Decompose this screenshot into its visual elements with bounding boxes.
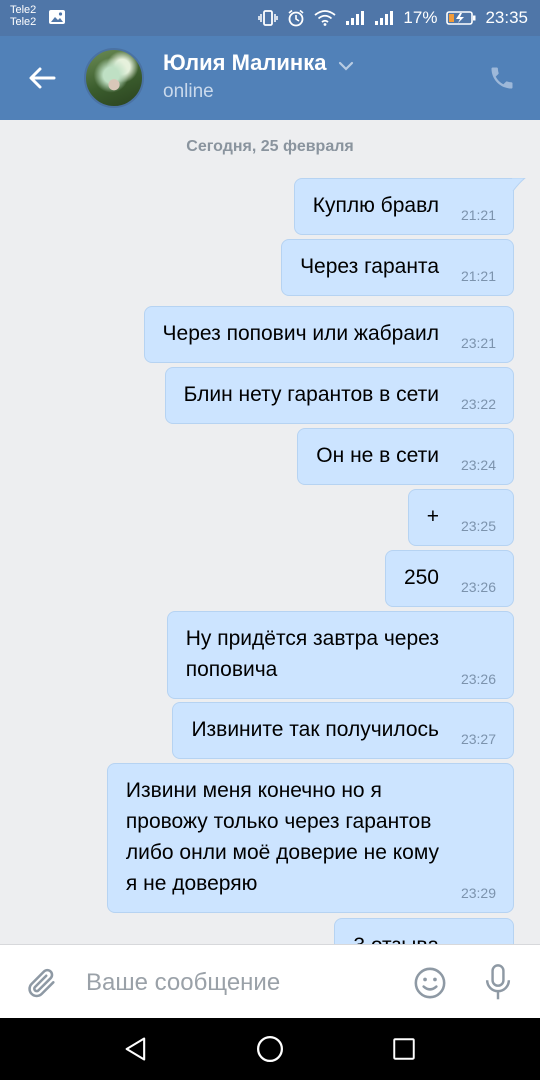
message-time: 23:29 — [460, 885, 496, 901]
image-icon — [48, 9, 66, 30]
back-button[interactable] — [22, 58, 62, 98]
carrier-2: Tele2 — [10, 16, 37, 28]
message-text: 3 отзыва — [335, 919, 513, 944]
message-bubble[interactable]: Извините так получилось 23:27 — [172, 702, 514, 759]
bubble-tail — [512, 178, 526, 192]
message-input[interactable] — [86, 963, 386, 1003]
signal-icon — [345, 10, 365, 26]
message-time: 23:25 — [460, 518, 496, 534]
message-bubble[interactable]: Ну придётся завтра через поповича 23:26 — [166, 611, 514, 699]
message-bubble[interactable]: 3 отзыва — [334, 918, 514, 944]
wifi-icon — [314, 10, 336, 26]
chevron-down-icon[interactable] — [338, 58, 354, 76]
message-text: Извини меня конечно но я провожу только … — [125, 779, 439, 895]
message-bubble[interactable]: + 23:25 — [407, 489, 514, 546]
status-icons: 17% 23:35 — [258, 0, 528, 36]
message-bubble[interactable]: Куплю бравл 21:21 — [293, 178, 526, 235]
date-separator: Сегодня, 25 февраля — [186, 138, 354, 155]
chat-header: Юлия Малинка online — [0, 36, 540, 120]
battery-charging-icon — [446, 10, 476, 26]
message-bubble[interactable]: Извини меня конечно но я провожу только … — [106, 763, 514, 913]
circle-home-icon — [257, 1036, 283, 1062]
message-bubble[interactable]: Блин нету гарантов в сети 23:22 — [164, 367, 514, 424]
attach-button[interactable] — [22, 963, 62, 1003]
message-time: 23:27 — [460, 731, 496, 747]
nav-home-button[interactable] — [252, 1031, 288, 1067]
signal-icon-2 — [374, 10, 394, 26]
message-bubble[interactable]: Через гаранта 21:21 — [281, 239, 514, 296]
nav-back-button[interactable] — [118, 1031, 154, 1067]
alarm-icon — [287, 9, 305, 27]
message-time: 23:22 — [460, 396, 496, 412]
compose-bar — [0, 944, 540, 1018]
message-bubble[interactable]: Он не в сети 23:24 — [297, 428, 514, 485]
message-time: 21:21 — [460, 207, 496, 223]
voice-message-button[interactable] — [478, 961, 518, 1005]
call-button[interactable] — [484, 60, 520, 96]
paperclip-icon — [28, 968, 55, 998]
message-text: Через попович или жабраил — [162, 322, 439, 345]
triangle-back-icon — [125, 1037, 146, 1061]
phone-icon — [491, 67, 513, 89]
message-bubble[interactable]: 250 23:26 — [384, 550, 514, 607]
message-bubble[interactable]: Через попович или жабраил 23:21 — [143, 306, 514, 363]
square-recents-icon — [393, 1038, 415, 1060]
message-list[interactable]: Сегодня, 25 февраля Куплю бравл 21:21 Че… — [0, 120, 540, 944]
message-time: 23:21 — [460, 335, 496, 351]
contact-name[interactable]: Юлия Малинка — [163, 50, 326, 76]
nav-recents-button[interactable] — [386, 1031, 422, 1067]
carrier-1: Tele2 — [10, 4, 37, 16]
battery-percent: 17% — [403, 8, 438, 27]
microphone-icon — [485, 964, 511, 1000]
arrow-left-icon — [29, 67, 56, 89]
message-time: 23:26 — [460, 579, 496, 595]
status-bar: Tele2 Tele2 17% 23:35 — [0, 0, 540, 36]
emoji-button[interactable] — [410, 963, 450, 1003]
contact-status: online — [163, 81, 214, 102]
smiley-icon — [414, 967, 446, 999]
system-nav-bar — [0, 1018, 540, 1080]
message-time: 21:21 — [460, 268, 496, 284]
vibrate-icon — [258, 9, 279, 27]
message-time: 23:24 — [460, 457, 496, 473]
clock: 23:35 — [485, 8, 528, 27]
carrier-labels: Tele2 Tele2 — [10, 4, 36, 28]
avatar[interactable] — [84, 48, 144, 108]
message-time: 23:26 — [460, 671, 496, 687]
